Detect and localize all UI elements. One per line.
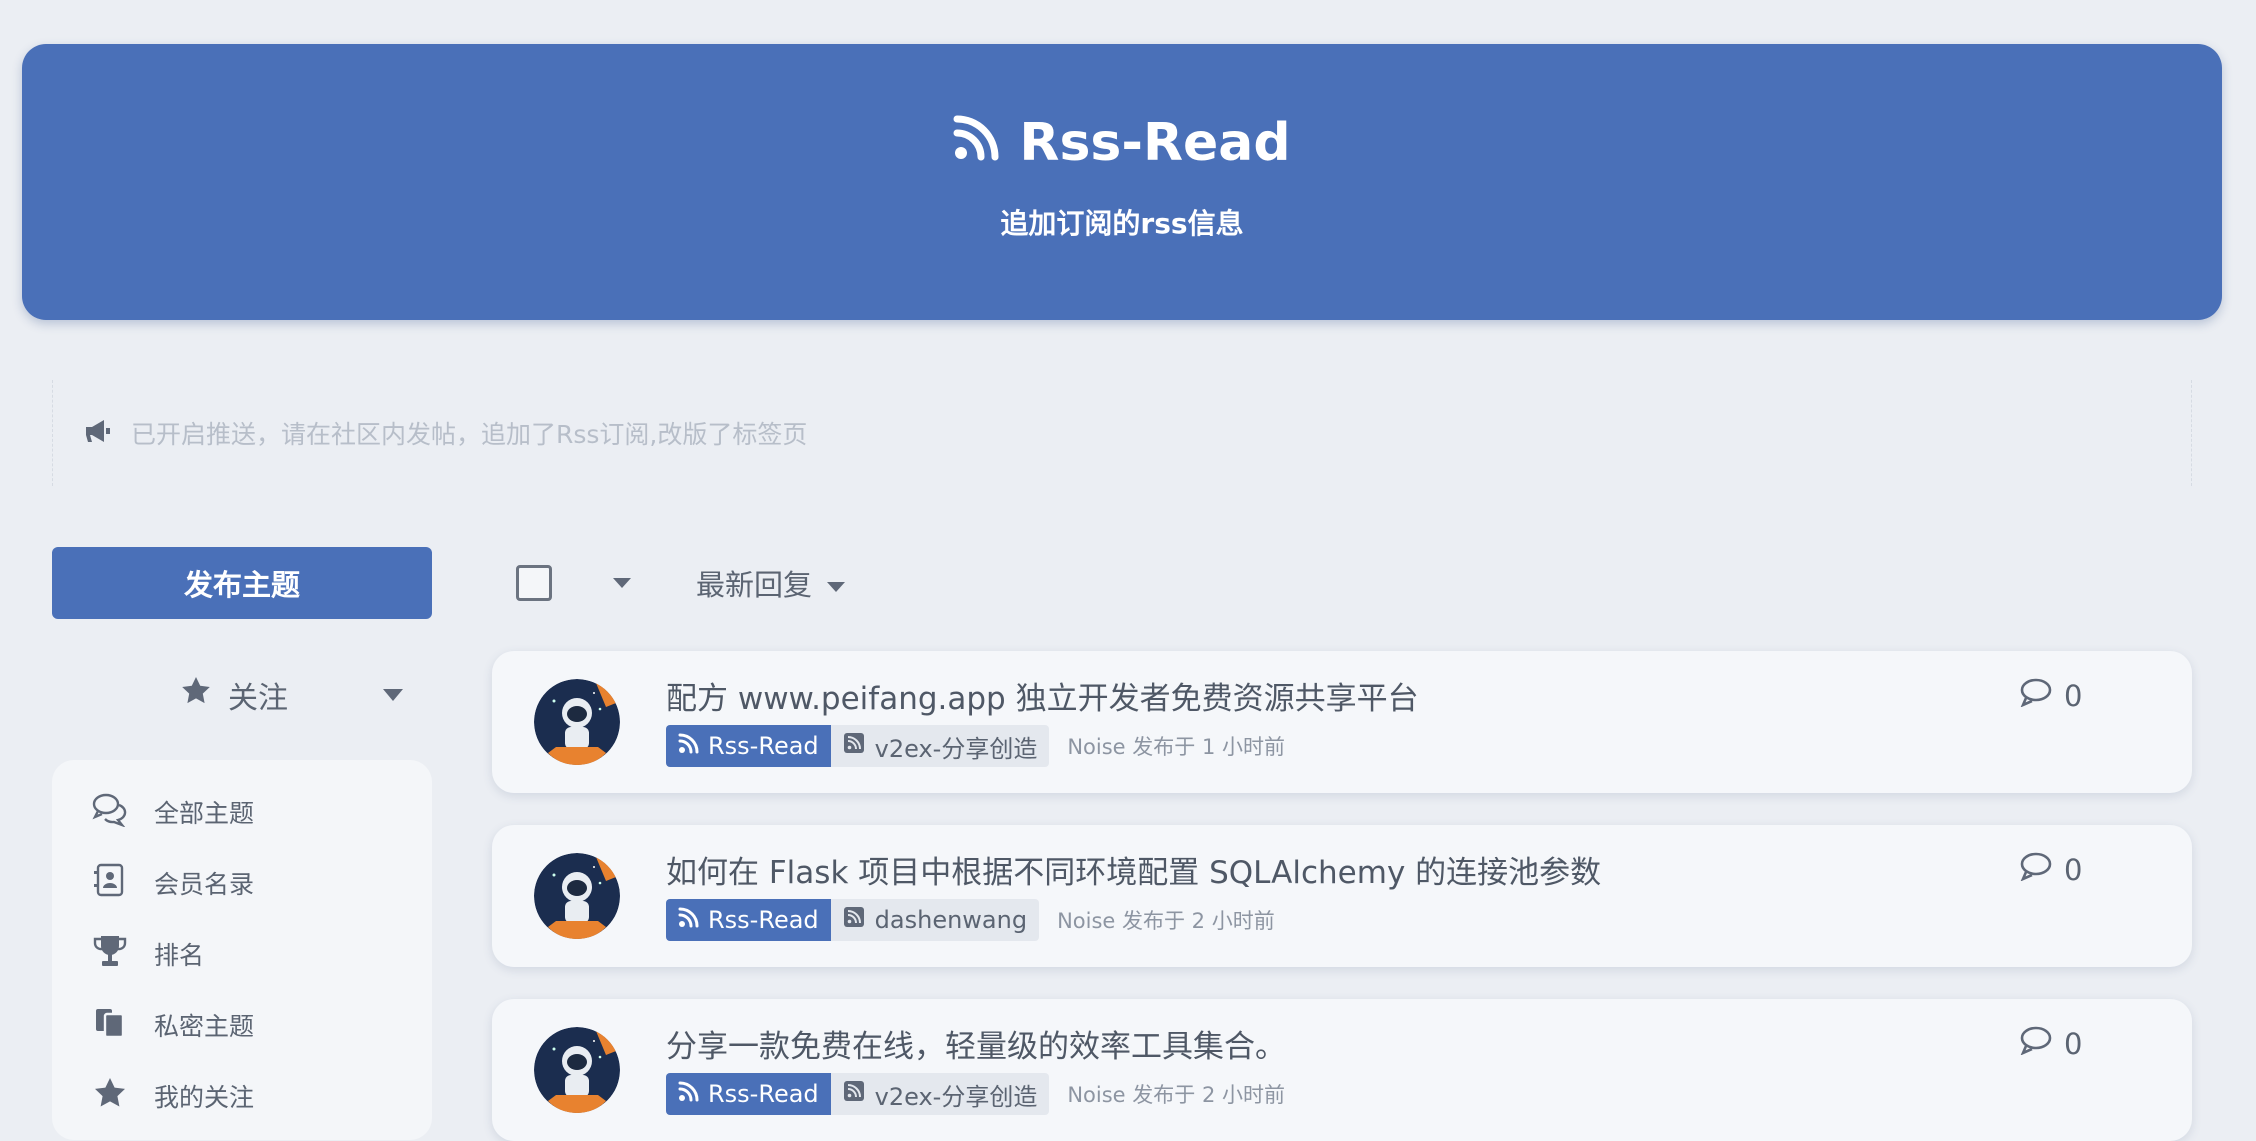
sidebar-item-label: 我的关注 bbox=[154, 1082, 255, 1112]
tag-label: Rss-Read bbox=[708, 906, 819, 934]
comments-icon bbox=[92, 791, 128, 833]
sidebar-item-ranking[interactable]: 排名 bbox=[52, 918, 432, 989]
discussion-title[interactable]: 配方 www.peifang.app 独立开发者免费资源共享平台 bbox=[666, 673, 1419, 718]
address-book-icon bbox=[92, 862, 128, 904]
select-all-checkbox[interactable] bbox=[516, 565, 552, 601]
discussion-title[interactable]: 分享一款免费在线，轻量级的效率工具集合。 bbox=[666, 1021, 1286, 1066]
sidebar-item-label: 私密主题 bbox=[154, 1011, 255, 1041]
reply-count: 0 bbox=[2020, 1025, 2082, 1062]
rss-icon bbox=[678, 1080, 700, 1108]
trophy-icon bbox=[92, 933, 128, 975]
discussion-card[interactable]: 分享一款免费在线，轻量级的效率工具集合。 Rss-Read v2ex-分享创造 … bbox=[492, 999, 2192, 1141]
tag-source[interactable]: v2ex-分享创造 bbox=[830, 1073, 1050, 1115]
comment-icon bbox=[2020, 851, 2052, 888]
sidebar-nav: 全部主题 会员名录 排名 私密主题 我的关注 bbox=[52, 760, 432, 1140]
sidebar-item-label: 全部主题 bbox=[154, 798, 255, 828]
discussion-title[interactable]: 如何在 Flask 项目中根据不同环境配置 SQLAlchemy 的连接池参数 bbox=[666, 847, 1601, 892]
tag-rss-read[interactable]: Rss-Read bbox=[666, 725, 831, 767]
header-banner: Rss-Read 追加订阅的rss信息 bbox=[22, 44, 2222, 320]
rss-icon bbox=[678, 732, 700, 760]
sort-dropdown[interactable]: 最新回复 bbox=[696, 562, 846, 604]
announcement-bar: 已开启推送，请在社区内发帖，追加了Rss订阅,改版了标签页 bbox=[52, 380, 2192, 486]
discussion-meta: Rss-Read v2ex-分享创造 Noise 发布于 2 小时前 bbox=[666, 1073, 1285, 1115]
discussion-card[interactable]: 如何在 Flask 项目中根据不同环境配置 SQLAlchemy 的连接池参数 … bbox=[492, 825, 2192, 967]
tag-rss-read[interactable]: Rss-Read bbox=[666, 899, 831, 941]
sidebar-item-label: 排名 bbox=[154, 940, 205, 970]
tag-label: Rss-Read bbox=[708, 732, 819, 760]
avatar[interactable] bbox=[534, 679, 620, 765]
reply-count-value: 0 bbox=[2064, 1026, 2083, 1061]
start-discussion-button[interactable]: 发布主题 bbox=[52, 547, 432, 619]
discussion-meta-text: Noise 发布于 2 小时前 bbox=[1057, 909, 1275, 933]
discussion-meta: Rss-Read dashenwang Noise 发布于 2 小时前 bbox=[666, 899, 1275, 941]
copy-icon bbox=[92, 1004, 128, 1046]
sidebar-item-label: 会员名录 bbox=[154, 869, 255, 899]
tag-label: Rss-Read bbox=[708, 1080, 819, 1108]
megaphone-icon bbox=[83, 416, 113, 450]
follow-filter-dropdown[interactable]: 关注 bbox=[52, 660, 432, 730]
tag-rss-read[interactable]: Rss-Read bbox=[666, 1073, 831, 1115]
tag-label: v2ex-分享创造 bbox=[874, 1082, 1038, 1111]
rss-square-icon bbox=[843, 1080, 865, 1108]
follow-label: 关注 bbox=[228, 681, 288, 716]
rss-icon bbox=[678, 906, 700, 934]
star-icon bbox=[92, 1075, 128, 1117]
sidebar-item-members[interactable]: 会员名录 bbox=[52, 847, 432, 918]
header-title-row: Rss-Read bbox=[953, 113, 1291, 174]
avatar[interactable] bbox=[534, 1027, 620, 1113]
chevron-down-icon bbox=[826, 566, 846, 600]
discussion-meta: Rss-Read v2ex-分享创造 Noise 发布于 1 小时前 bbox=[666, 725, 1285, 767]
reply-count: 0 bbox=[2020, 677, 2082, 714]
discussion-meta-text: Noise 发布于 1 小时前 bbox=[1067, 735, 1285, 759]
rss-square-icon bbox=[843, 732, 865, 760]
comment-icon bbox=[2020, 677, 2052, 714]
reply-count: 0 bbox=[2020, 851, 2082, 888]
sidebar-item-private[interactable]: 私密主题 bbox=[52, 989, 432, 1060]
star-icon bbox=[180, 675, 212, 715]
list-toolbar: 最新回复 bbox=[516, 560, 846, 606]
sidebar-item-following[interactable]: 我的关注 bbox=[52, 1060, 432, 1131]
tag-source[interactable]: v2ex-分享创造 bbox=[830, 725, 1050, 767]
tag-source[interactable]: dashenwang bbox=[830, 899, 1040, 941]
site-title: Rss-Read bbox=[1019, 113, 1291, 173]
site-subtitle: 追加订阅的rss信息 bbox=[1000, 206, 1244, 240]
announcement-text: 已开启推送，请在社区内发帖，追加了Rss订阅,改版了标签页 bbox=[131, 420, 808, 449]
avatar[interactable] bbox=[534, 853, 620, 939]
reply-count-value: 0 bbox=[2064, 678, 2083, 713]
tag-label: v2ex-分享创造 bbox=[874, 734, 1038, 763]
rss-square-icon bbox=[843, 906, 865, 934]
reply-count-value: 0 bbox=[2064, 852, 2083, 887]
sidebar-item-all-discussions[interactable]: 全部主题 bbox=[52, 776, 432, 847]
bulk-actions-dropdown[interactable] bbox=[552, 574, 632, 593]
discussion-card[interactable]: 配方 www.peifang.app 独立开发者免费资源共享平台 Rss-Rea… bbox=[492, 651, 2192, 793]
rss-icon bbox=[953, 113, 1001, 174]
tag-label: dashenwang bbox=[874, 906, 1028, 934]
discussion-meta-text: Noise 发布于 2 小时前 bbox=[1067, 1083, 1285, 1107]
comment-icon bbox=[2020, 1025, 2052, 1062]
sort-label: 最新回复 bbox=[696, 568, 813, 602]
